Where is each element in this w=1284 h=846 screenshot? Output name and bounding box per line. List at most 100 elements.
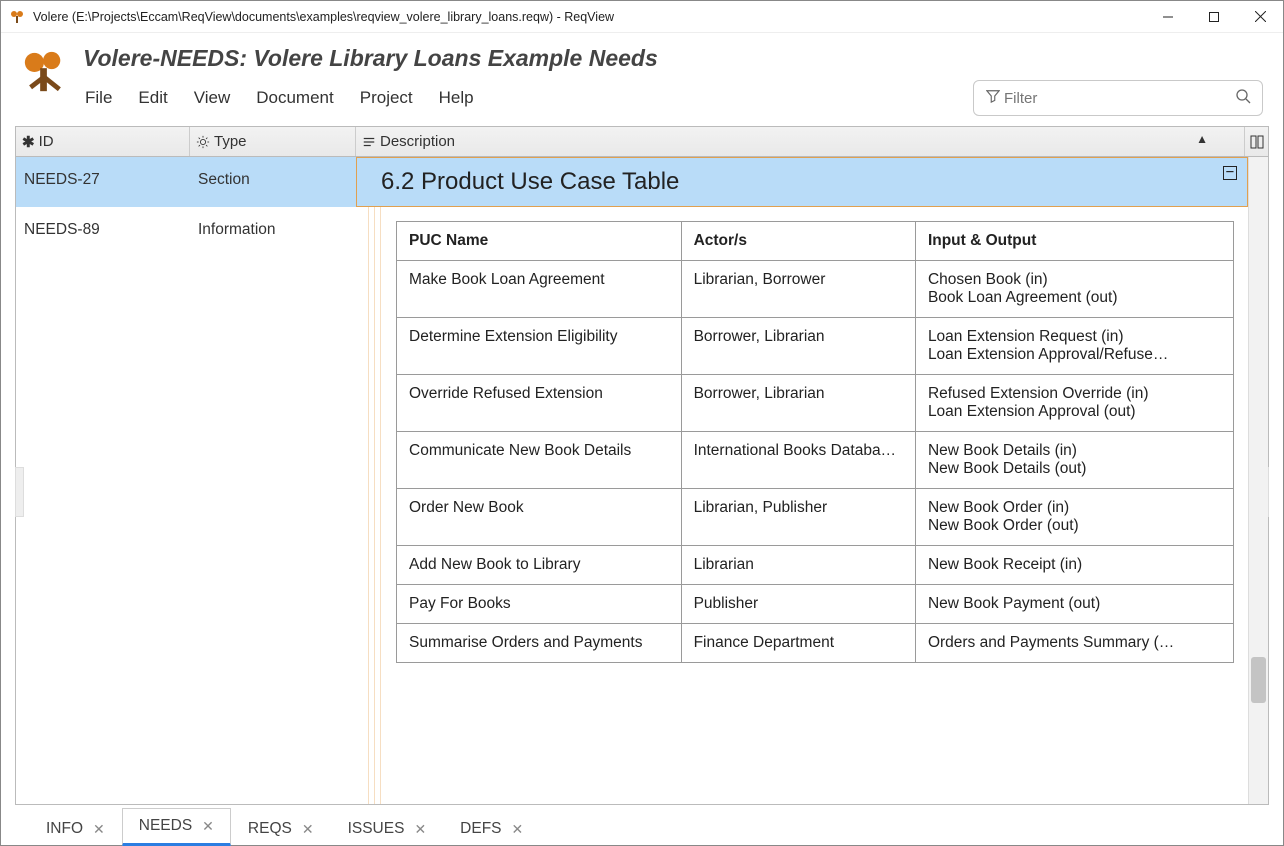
close-button[interactable] <box>1237 1 1283 32</box>
collapse-icon[interactable]: − <box>1223 166 1237 180</box>
filter-input[interactable] <box>1002 89 1234 108</box>
header: Volere-NEEDS: Volere Library Loans Examp… <box>1 33 1283 122</box>
scrollbar-thumb[interactable] <box>1251 657 1266 703</box>
grid-header: ✱ ID Type Description ▲ <box>16 127 1268 157</box>
table-row[interactable]: Override Refused ExtensionBorrower, Libr… <box>397 375 1234 432</box>
table-row[interactable]: Pay For BooksPublisherNew Book Payment (… <box>397 585 1234 624</box>
cell-actors: Finance Department <box>681 624 915 663</box>
titlebar: Volere (E:\Projects\Eccam\ReqView\docume… <box>1 1 1283 33</box>
vertical-scrollbar[interactable] <box>1248 157 1268 804</box>
search-icon[interactable] <box>1234 88 1252 109</box>
close-tab-icon[interactable]: ✕ <box>93 821 105 838</box>
cell-puc-name: Pay For Books <box>397 585 682 624</box>
menu-help[interactable]: Help <box>437 86 476 110</box>
cell-actors: Librarian, Publisher <box>681 489 915 546</box>
tab-label: NEEDS <box>139 817 192 835</box>
close-tab-icon[interactable]: ✕ <box>414 821 426 838</box>
column-header-type[interactable]: Type <box>190 127 356 156</box>
window-title: Volere (E:\Projects\Eccam\ReqView\docume… <box>33 10 1145 24</box>
cell-puc-name: Make Book Loan Agreement <box>397 261 682 318</box>
filter-box[interactable] <box>973 80 1263 116</box>
section-heading[interactable]: 6.2 Product Use Case Table − <box>356 157 1248 207</box>
maximize-button[interactable] <box>1191 1 1237 32</box>
cell-puc-name: Summarise Orders and Payments <box>397 624 682 663</box>
tab-label: ISSUES <box>348 820 405 838</box>
tab-label: DEFS <box>460 820 501 838</box>
window-controls <box>1145 1 1283 32</box>
cell-puc-name: Override Refused Extension <box>397 375 682 432</box>
filter-icon <box>984 89 1002 108</box>
tab-issues[interactable]: ISSUES ✕ <box>331 811 444 846</box>
table-row[interactable]: Determine Extension EligibilityBorrower,… <box>397 318 1234 375</box>
th-actors: Actor/s <box>681 222 915 261</box>
tab-info[interactable]: INFO ✕ <box>29 811 122 846</box>
section-heading-label: 6.2 Product Use Case Table <box>381 168 679 196</box>
menubar: File Edit View Document Project Help <box>83 86 476 110</box>
table-row[interactable]: Communicate New Book DetailsInternationa… <box>397 432 1234 489</box>
app-window: Volere (E:\Projects\Eccam\ReqView\docume… <box>0 0 1284 846</box>
menu-file[interactable]: File <box>83 86 114 110</box>
close-tab-icon[interactable]: ✕ <box>512 821 524 838</box>
grid-row[interactable]: NEEDS-27 Section <box>16 157 356 207</box>
description-content: PUC Name Actor/s Input & Output Make Boo… <box>356 207 1248 804</box>
tab-needs[interactable]: NEEDS ✕ <box>122 808 231 846</box>
minimize-button[interactable] <box>1145 1 1191 32</box>
menu-document[interactable]: Document <box>254 86 335 110</box>
tab-reqs[interactable]: REQS✕ <box>231 811 331 846</box>
gear-icon <box>196 133 210 150</box>
cell-io: New Book Payment (out) <box>915 585 1233 624</box>
cell-io: New Book Details (in)New Book Details (o… <box>915 432 1233 489</box>
table-row[interactable]: Add New Book to LibraryLibrarianNew Book… <box>397 546 1234 585</box>
tab-defs[interactable]: DEFS ✕ <box>443 811 540 846</box>
th-puc-name: PUC Name <box>397 222 682 261</box>
cell-puc-name: Add New Book to Library <box>397 546 682 585</box>
content: ✱ ID Type Description ▲ <box>1 122 1283 845</box>
menu-edit[interactable]: Edit <box>136 86 169 110</box>
cell-actors: International Books Databa… <box>681 432 915 489</box>
column-header-type-label: Type <box>214 133 247 150</box>
list-icon <box>362 133 376 150</box>
cell-puc-name: Determine Extension Eligibility <box>397 318 682 375</box>
close-tab-icon[interactable]: ✕ <box>302 821 314 838</box>
cell-actors: Librarian, Borrower <box>681 261 915 318</box>
cell-io: Orders and Payments Summary (… <box>915 624 1233 663</box>
sort-indicator-icon: ▲ <box>1196 132 1208 146</box>
close-tab-icon[interactable]: ✕ <box>202 818 214 835</box>
cell-actors: Publisher <box>681 585 915 624</box>
table-header-row: PUC Name Actor/s Input & Output <box>397 222 1234 261</box>
cell-id: NEEDS-89 <box>16 207 190 239</box>
tab-label: INFO <box>46 820 83 838</box>
asterisk-icon: ✱ <box>22 133 35 151</box>
cell-puc-name: Order New Book <box>397 489 682 546</box>
document-tabs: INFO✕NEEDS✕REQS✕ISSUES✕DEFS✕ <box>15 805 1269 845</box>
cell-io: Refused Extension Override (in)Loan Exte… <box>915 375 1233 432</box>
cell-type: Section <box>190 157 356 207</box>
description-column: 6.2 Product Use Case Table − PUC Name Ac… <box>356 157 1248 804</box>
cell-actors: Borrower, Librarian <box>681 375 915 432</box>
table-row[interactable]: Make Book Loan AgreementLibrarian, Borro… <box>397 261 1234 318</box>
menu-project[interactable]: Project <box>358 86 415 110</box>
cell-io: New Book Receipt (in) <box>915 546 1233 585</box>
cell-id: NEEDS-27 <box>16 157 190 207</box>
columns-chooser-button[interactable] <box>1244 127 1268 156</box>
column-header-id-label: ID <box>39 133 54 150</box>
table-row[interactable]: Summarise Orders and PaymentsFinance Dep… <box>397 624 1234 663</box>
document-title: Volere-NEEDS: Volere Library Loans Examp… <box>83 45 1263 72</box>
table-row[interactable]: Order New BookLibrarian, PublisherNew Bo… <box>397 489 1234 546</box>
menu-view[interactable]: View <box>192 86 233 110</box>
grid-row[interactable]: NEEDS-89 Information <box>16 207 356 787</box>
th-io: Input & Output <box>915 222 1233 261</box>
grid-body: NEEDS-27 Section NEEDS-89 Information 6.… <box>16 157 1268 804</box>
app-icon <box>9 9 25 25</box>
cell-actors: Borrower, Librarian <box>681 318 915 375</box>
column-header-description[interactable]: Description ▲ <box>356 127 1244 156</box>
cell-io: Loan Extension Request (in)Loan Extensio… <box>915 318 1233 375</box>
cell-type: Information <box>190 207 356 239</box>
column-header-id[interactable]: ✱ ID <box>16 127 190 156</box>
cell-puc-name: Communicate New Book Details <box>397 432 682 489</box>
cell-actors: Librarian <box>681 546 915 585</box>
column-header-description-label: Description <box>380 133 455 150</box>
cell-io: New Book Order (in)New Book Order (out) <box>915 489 1233 546</box>
left-columns: NEEDS-27 Section NEEDS-89 Information <box>16 157 356 804</box>
use-case-table: PUC Name Actor/s Input & Output Make Boo… <box>396 221 1234 663</box>
